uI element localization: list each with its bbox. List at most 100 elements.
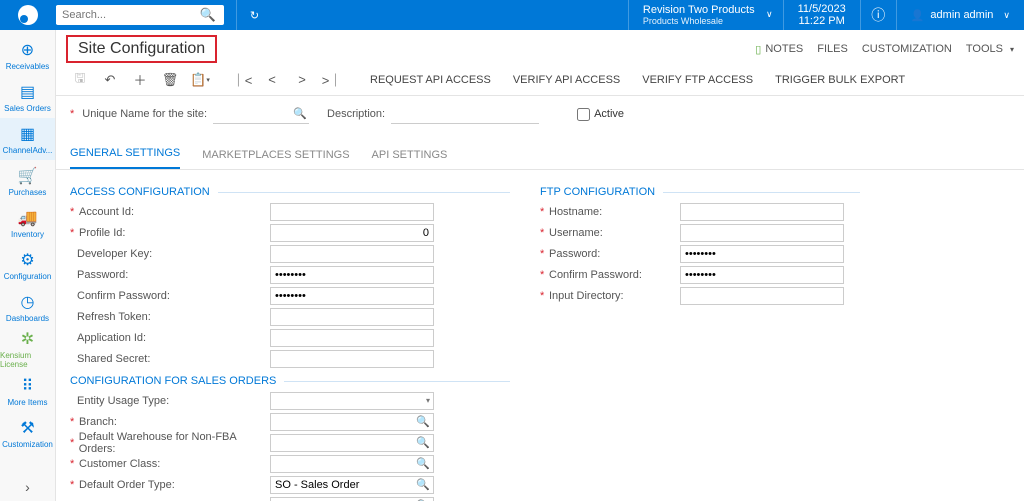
def-order-type-label: Default Order Type: bbox=[79, 479, 175, 491]
nav-inventory[interactable]: 🚚Inventory bbox=[0, 202, 55, 244]
first-record-button[interactable]: ｜< bbox=[228, 67, 256, 93]
toolbar: 🖫 ↶ ＋ 🗑 📋▾ ｜< < > >｜ REQUEST API ACCESS … bbox=[56, 64, 1024, 96]
tenant-sub: Products Wholesale bbox=[643, 16, 755, 26]
top-header: 🔍 ↻ Revision Two Products Products Whole… bbox=[0, 0, 1024, 30]
datetime-display[interactable]: 11/5/2023 11:22 PM bbox=[783, 0, 860, 30]
refresh-token-label: Refresh Token: bbox=[77, 311, 151, 323]
add-button[interactable]: ＋ bbox=[126, 67, 154, 93]
ftp-password-input[interactable] bbox=[680, 245, 844, 263]
section-ftp-configuration: FTP CONFIGURATION bbox=[540, 186, 655, 198]
tools-menu[interactable]: TOOLS▾ bbox=[966, 43, 1014, 55]
last-record-button[interactable]: >｜ bbox=[318, 67, 346, 93]
input-directory-input[interactable] bbox=[680, 287, 844, 305]
application-id-input[interactable] bbox=[270, 329, 434, 347]
developer-key-input[interactable] bbox=[270, 245, 434, 263]
unique-name-selector[interactable]: 🔍 bbox=[213, 104, 309, 124]
branch-selector[interactable]: 🔍 bbox=[270, 413, 434, 431]
nav-kensium-license[interactable]: ✲Kensium License bbox=[0, 328, 55, 370]
save-button: 🖫 bbox=[66, 67, 94, 93]
ftp-password-label: Password: bbox=[549, 248, 600, 260]
confirm-password-label: Confirm Password: bbox=[77, 290, 170, 302]
nav-channeladvisor[interactable]: ▦ChannelAdv... bbox=[0, 118, 55, 160]
refresh-icon[interactable]: ↻ bbox=[236, 0, 272, 30]
confirm-password-input[interactable] bbox=[270, 287, 434, 305]
gauge-icon: ◷ bbox=[21, 292, 35, 312]
plus-circle-icon: ⊕ bbox=[21, 40, 34, 60]
profile-id-input[interactable] bbox=[270, 224, 434, 242]
password-input[interactable] bbox=[270, 266, 434, 284]
active-label: Active bbox=[594, 108, 624, 120]
password-label: Password: bbox=[77, 269, 128, 281]
tenant-selector[interactable]: Revision Two Products Products Wholesale… bbox=[628, 0, 783, 30]
tab-api-settings[interactable]: API SETTINGS bbox=[372, 149, 448, 169]
verify-api-access-button[interactable]: VERIFY API ACCESS bbox=[503, 67, 630, 93]
nav-configuration[interactable]: ⚙Configuration bbox=[0, 244, 55, 286]
nav-customization[interactable]: ⚒Customization bbox=[0, 412, 55, 454]
title-highlight: Site Configuration bbox=[66, 35, 217, 63]
verify-ftp-access-button[interactable]: VERIFY FTP ACCESS bbox=[632, 67, 763, 93]
clipboard-icon: ▤ bbox=[20, 82, 35, 102]
user-icon: 👤 bbox=[911, 9, 925, 22]
customer-class-selector[interactable]: 🔍 bbox=[270, 455, 434, 473]
account-id-label: Account Id: bbox=[79, 206, 134, 218]
chevron-down-icon: ∨ bbox=[766, 9, 773, 20]
title-row: Site Configuration ▯NOTES FILES CUSTOMIZ… bbox=[56, 30, 1024, 64]
customization-link[interactable]: CUSTOMIZATION bbox=[862, 43, 952, 55]
ftp-confirm-password-input[interactable] bbox=[680, 266, 844, 284]
section-config-sales-orders: CONFIGURATION FOR SALES ORDERS bbox=[70, 375, 276, 387]
tab-bar: GENERAL SETTINGS MARKETPLACES SETTINGS A… bbox=[56, 136, 1024, 170]
building-icon: ▦ bbox=[20, 124, 35, 144]
delete-button[interactable]: 🗑 bbox=[156, 67, 184, 93]
content-area: ACCESS CONFIGURATION *Account Id: *Profi… bbox=[56, 170, 1024, 501]
nav-receivables[interactable]: ⊕Receivables bbox=[0, 34, 55, 76]
files-link[interactable]: FILES bbox=[817, 43, 848, 55]
main-area: Site Configuration ▯NOTES FILES CUSTOMIZ… bbox=[56, 30, 1024, 501]
user-name: admin admin bbox=[930, 9, 993, 21]
def-warehouse-selector[interactable]: 🔍 bbox=[270, 434, 434, 452]
user-menu[interactable]: 👤 admin admin ∨ bbox=[896, 0, 1024, 30]
entity-usage-select[interactable]: ▾ bbox=[270, 392, 434, 410]
undo-button[interactable]: ↶ bbox=[96, 67, 124, 93]
app-logo[interactable] bbox=[0, 0, 56, 30]
collapse-nav-icon[interactable]: › bbox=[0, 473, 55, 501]
filter-row: * Unique Name for the site: 🔍 Descriptio… bbox=[56, 96, 1024, 132]
next-record-button[interactable]: > bbox=[288, 67, 316, 93]
nav-dashboards[interactable]: ◷Dashboards bbox=[0, 286, 55, 328]
search-icon: 🔍 bbox=[416, 415, 430, 428]
page-title: Site Configuration bbox=[78, 40, 205, 57]
trigger-bulk-export-button[interactable]: TRIGGER BULK EXPORT bbox=[765, 67, 915, 93]
chevron-down-icon: ∨ bbox=[1003, 10, 1010, 21]
request-api-access-button[interactable]: REQUEST API ACCESS bbox=[360, 67, 501, 93]
tab-general-settings[interactable]: GENERAL SETTINGS bbox=[70, 147, 180, 169]
def-order-type-selector[interactable]: 🔍 bbox=[270, 476, 434, 494]
application-id-label: Application Id: bbox=[77, 332, 146, 344]
notes-link[interactable]: ▯NOTES bbox=[755, 43, 803, 56]
prev-record-button[interactable]: < bbox=[258, 67, 286, 93]
hostname-input[interactable] bbox=[680, 203, 844, 221]
username-input[interactable] bbox=[680, 224, 844, 242]
account-id-input[interactable] bbox=[270, 203, 434, 221]
refresh-token-input[interactable] bbox=[270, 308, 434, 326]
help-icon[interactable]: ⓘ bbox=[860, 0, 896, 30]
search-input[interactable] bbox=[56, 6, 196, 24]
entity-usage-label: Entity Usage Type: bbox=[77, 395, 169, 407]
nav-purchases[interactable]: 🛒Purchases bbox=[0, 160, 55, 202]
branch-label: Branch: bbox=[79, 416, 117, 428]
license-icon: ✲ bbox=[21, 329, 34, 349]
date-text: 11/5/2023 bbox=[798, 3, 846, 15]
active-checkbox[interactable] bbox=[577, 108, 590, 121]
search-icon[interactable]: 🔍 bbox=[196, 7, 220, 23]
nav-sales-orders[interactable]: ▤Sales Orders bbox=[0, 76, 55, 118]
description-input[interactable] bbox=[391, 104, 539, 124]
search-icon: 🔍 bbox=[293, 107, 307, 120]
profile-id-label: Profile Id: bbox=[79, 227, 125, 239]
clipboard-button[interactable]: 📋▾ bbox=[186, 67, 214, 93]
shared-secret-input[interactable] bbox=[270, 350, 434, 368]
time-text: 11:22 PM bbox=[798, 15, 846, 27]
notes-icon: ▯ bbox=[755, 43, 761, 56]
nav-more-items[interactable]: ⠿More Items bbox=[0, 370, 55, 412]
side-nav: ⊕Receivables ▤Sales Orders ▦ChannelAdv..… bbox=[0, 30, 56, 501]
tab-marketplaces-settings[interactable]: MARKETPLACES SETTINGS bbox=[202, 149, 349, 169]
def-shipvia-selector[interactable]: 🔍 bbox=[270, 497, 434, 501]
cart-icon: 🛒 bbox=[18, 166, 38, 186]
